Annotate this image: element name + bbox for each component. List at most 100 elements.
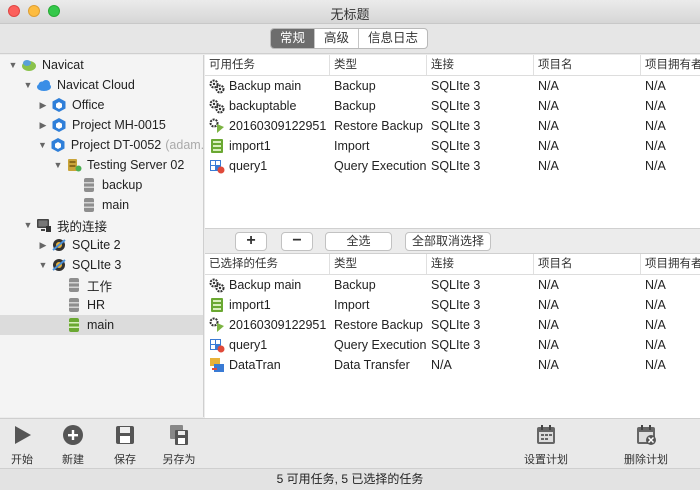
cell-text: SQLIte 3 [431, 99, 481, 113]
tab-message-log[interactable]: 信息日志 [358, 29, 427, 48]
tree-item-label: backup [102, 178, 143, 192]
expanded-arrow-icon[interactable]: ▼ [53, 160, 63, 170]
select-all-button[interactable]: 全选 [325, 232, 392, 251]
cell-text: N/A [538, 338, 559, 352]
collapsed-arrow-icon[interactable]: ▶ [38, 120, 48, 131]
cell-text: Backup main [229, 79, 302, 93]
expanded-arrow-icon[interactable]: ▼ [8, 60, 18, 70]
column-header-name[interactable]: 已选择的任务 [205, 254, 330, 274]
table-row[interactable]: Backup main Backup SQLIte 3 N/A N/A [205, 76, 700, 96]
tree-item[interactable]: 工作 [0, 275, 203, 295]
tree-item-owner: (adam... [165, 138, 203, 152]
column-header-type[interactable]: 类型 [330, 254, 427, 274]
tree-item-label: Testing Server 02 [87, 158, 185, 172]
tree-item[interactable]: ▼ Navicat Cloud [0, 75, 203, 95]
cell-text: N/A [538, 99, 559, 113]
table-row[interactable]: DataTran Data Transfer N/A N/A N/A [205, 355, 700, 375]
cell-text: SQLIte 3 [431, 159, 481, 173]
remove-task-button[interactable]: − [281, 232, 313, 251]
add-task-button[interactable]: + [235, 232, 267, 251]
new-button[interactable]: 新建 [55, 423, 91, 467]
collapsed-arrow-icon[interactable]: ▶ [38, 240, 48, 251]
restore-backup-icon [209, 317, 225, 333]
expanded-arrow-icon[interactable]: ▼ [23, 220, 33, 230]
cell-text: Import [334, 298, 370, 312]
tab-advanced[interactable]: 高级 [314, 29, 358, 48]
cell-text: query1 [229, 159, 268, 173]
column-header-name[interactable]: 可用任务 [205, 55, 330, 75]
column-header-owner[interactable]: 项目拥有者 [641, 55, 700, 75]
cell-text: Query Execution [334, 338, 427, 352]
tab-general[interactable]: 常规 [271, 29, 315, 48]
cell-text: N/A [645, 338, 666, 352]
column-header-connection[interactable]: 连接 [427, 254, 534, 274]
column-header-owner[interactable]: 项目拥有者 [641, 254, 700, 274]
column-header-connection[interactable]: 连接 [427, 55, 534, 75]
collapsed-arrow-icon[interactable]: ▶ [38, 100, 48, 111]
column-header-project[interactable]: 项目名 [534, 254, 641, 274]
cell-text: N/A [645, 159, 666, 173]
cell-project: N/A [534, 278, 641, 292]
cell-project: N/A [534, 298, 641, 312]
tree-item[interactable]: ▼ Project DT-0052(adam... [0, 135, 203, 155]
cell-text: Backup [334, 278, 376, 292]
save-as-button[interactable]: 另存为 [158, 423, 200, 467]
tree-item[interactable]: ▼ Testing Server 02 [0, 155, 203, 175]
tree-item-label: main [102, 198, 130, 212]
tree-item-label: Navicat [42, 58, 84, 72]
computer-icon [36, 217, 52, 233]
table-row[interactable]: Backup main Backup SQLIte 3 N/A N/A [205, 275, 700, 295]
tree-item[interactable]: ▼ SQLIte 3 [0, 255, 203, 275]
tree-item[interactable]: backup [0, 175, 203, 195]
tree-item-label: Navicat Cloud [57, 78, 135, 92]
cell-owner: N/A [641, 318, 700, 332]
set-schedule-button[interactable]: 设置计划 [520, 423, 572, 467]
tree-item[interactable]: ▼ 我的连接 [0, 215, 203, 235]
database-icon [66, 277, 82, 293]
column-header-project[interactable]: 项目名 [534, 55, 641, 75]
backup-gears-icon [209, 98, 225, 114]
cell-text: N/A [645, 358, 666, 372]
cell-type: Import [330, 298, 427, 312]
delete-schedule-button[interactable]: 删除计划 [620, 423, 672, 467]
tree-item[interactable]: main [0, 195, 203, 215]
tree-item[interactable]: HR [0, 295, 203, 315]
cell-project: N/A [534, 159, 641, 173]
cell-text: N/A [538, 278, 559, 292]
deselect-all-button[interactable]: 全部取消选择 [405, 232, 491, 251]
cell-text: N/A [538, 318, 559, 332]
cell-text: SQLIte 3 [431, 298, 481, 312]
expanded-arrow-icon[interactable]: ▼ [38, 260, 48, 270]
tree-item[interactable]: ▶ Project MH-0015 [0, 115, 203, 135]
tree-item[interactable]: ▶ Office [0, 95, 203, 115]
expanded-arrow-icon[interactable]: ▼ [23, 80, 33, 90]
selected-tasks-table: 已选择的任务 类型 连接 项目名 项目拥有者 Backup main Backup… [205, 254, 700, 418]
cell-type: Query Execution [330, 338, 427, 352]
cell-text: N/A [538, 159, 559, 173]
table-row[interactable]: 20160309122951 Restore Backup SQLIte 3 N/A N… [205, 315, 700, 335]
tree-item[interactable]: main [0, 315, 203, 335]
cell-conn: SQLIte 3 [427, 79, 534, 93]
cell-conn: N/A [427, 358, 534, 372]
cell-text: N/A [538, 358, 559, 372]
available-table-header: 可用任务 类型 连接 项目名 项目拥有者 [205, 55, 700, 76]
table-row[interactable]: backuptable Backup SQLIte 3 N/A N/A [205, 96, 700, 116]
table-row[interactable]: import1 Import SQLIte 3 N/A N/A [205, 136, 700, 156]
cell-text: N/A [645, 278, 666, 292]
table-row[interactable]: query1 Query Execution SQLIte 3 N/A N/A [205, 156, 700, 176]
table-row[interactable]: import1 Import SQLIte 3 N/A N/A [205, 295, 700, 315]
cell-owner: N/A [641, 99, 700, 113]
tree-item[interactable]: ▼ Navicat [0, 55, 203, 75]
cell-text: N/A [538, 139, 559, 153]
start-button[interactable]: 开始 [4, 423, 40, 467]
tree-item[interactable]: ▶ SQLite 2 [0, 235, 203, 255]
project-hex-icon [50, 137, 66, 153]
expanded-arrow-icon[interactable]: ▼ [38, 140, 47, 150]
column-header-type[interactable]: 类型 [330, 55, 427, 75]
tree-item-label: Project DT-0052 [70, 138, 162, 152]
sqlite-icon [51, 257, 67, 273]
table-row[interactable]: query1 Query Execution SQLIte 3 N/A N/A [205, 335, 700, 355]
table-row[interactable]: 20160309122951 Restore Backup SQLIte 3 N/A N… [205, 116, 700, 136]
cell-text: N/A [431, 358, 452, 372]
save-button[interactable]: 保存 [107, 423, 143, 467]
